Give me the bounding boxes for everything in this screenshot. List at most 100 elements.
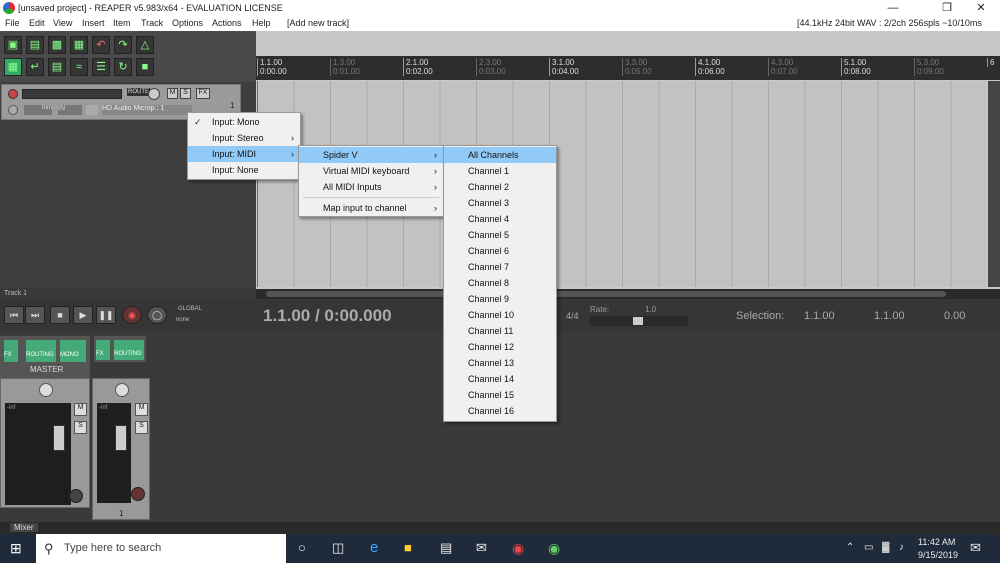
menu-channel-11[interactable]: Channel 11 [444, 323, 556, 339]
cortana-icon[interactable]: ○ [298, 540, 306, 555]
chrome-icon[interactable]: ◉ [512, 540, 524, 557]
menu-all-channels[interactable]: All Channels [444, 147, 556, 163]
open-project-icon[interactable]: ▤ [26, 36, 44, 54]
timeline-ruler[interactable]: 1.1.00 0:00.00 1.3.00 0:01.00 2.1.00 0:02.0… [256, 56, 1000, 80]
pause-button[interactable]: ❚❚ [96, 306, 116, 324]
horizontal-scrollbar[interactable] [256, 289, 1000, 299]
menu-edit[interactable]: Edit [29, 16, 45, 31]
menu-channel-2[interactable]: Channel 2 [444, 179, 556, 195]
envelope-icon[interactable]: ☰ [92, 58, 110, 76]
record-button[interactable]: ◉ [122, 306, 142, 324]
menu-channel-12[interactable]: Channel 12 [444, 339, 556, 355]
menu-virtual-midi-keyboard[interactable]: Virtual MIDI keyboard › [299, 163, 443, 179]
play-button[interactable]: ▶ [73, 306, 93, 324]
menu-channel-4[interactable]: Channel 4 [444, 211, 556, 227]
track-mute-button[interactable]: M [135, 403, 148, 416]
master-fader-icon[interactable] [53, 425, 65, 451]
grid-icon[interactable]: ▦ [4, 58, 22, 76]
master-fx-button[interactable]: FX [4, 340, 18, 362]
mono-button[interactable]: MONO [60, 340, 86, 362]
menu-channel-10[interactable]: Channel 10 [444, 307, 556, 323]
restore-button[interactable]: ❐ [932, 0, 962, 16]
mixer-tab[interactable]: Mixer [10, 523, 38, 532]
track-fx-button[interactable]: FX [96, 340, 110, 360]
input-select[interactable]: HD Audio Microp.: 1 [102, 105, 192, 115]
record-arm-icon[interactable] [8, 89, 18, 99]
menu-channel-1[interactable]: Channel 1 [444, 163, 556, 179]
menu-channel-3[interactable]: Channel 3 [444, 195, 556, 211]
menu-map-input-to-channel[interactable]: Map input to channel › [299, 200, 443, 216]
lock-icon[interactable]: ■ [136, 58, 154, 76]
menu-options[interactable]: Options [172, 16, 203, 31]
network-icon[interactable]: ▓ [882, 542, 889, 553]
menu-channel-9[interactable]: Channel 9 [444, 291, 556, 307]
selection-start[interactable]: 1.1.00 [804, 310, 835, 322]
menu-channel-16[interactable]: Channel 16 [444, 403, 556, 419]
new-project-icon[interactable]: ▣ [4, 36, 22, 54]
menu-track[interactable]: Track [141, 16, 163, 31]
menu-channel-6[interactable]: Channel 6 [444, 243, 556, 259]
edge-browser-icon[interactable]: e [370, 539, 378, 556]
selection-length[interactable]: 0.00 [944, 310, 965, 322]
menu-insert[interactable]: Insert [82, 16, 105, 31]
menu-input-stereo[interactable]: Input: Stereo › [188, 130, 300, 146]
trim-button[interactable]: trim [24, 105, 52, 115]
undo-icon[interactable]: ↶ [92, 36, 110, 54]
redo-icon[interactable]: ↷ [114, 36, 132, 54]
menu-help[interactable]: Help [252, 16, 271, 31]
mute-button[interactable]: M [167, 88, 178, 99]
menu-input-mono[interactable]: ✓ Input: Mono [188, 114, 300, 130]
menu-file[interactable]: File [5, 16, 20, 31]
battery-icon[interactable]: ▭ [864, 542, 873, 553]
file-explorer-icon[interactable]: ■ [404, 540, 412, 555]
pan-knob-icon[interactable] [148, 88, 160, 100]
track-pan-knob-icon[interactable] [115, 383, 129, 397]
menu-item[interactable]: Item [113, 16, 131, 31]
windows-start-icon[interactable]: ⊞ [10, 540, 22, 557]
notification-icon[interactable]: ✉ [970, 540, 981, 556]
track-name-field[interactable] [22, 89, 122, 99]
master-solo-button[interactable]: S [74, 421, 87, 434]
menu-spider-v[interactable]: Spider V › [299, 147, 443, 163]
menu-actions[interactable]: Actions [212, 16, 242, 31]
clock-date[interactable]: 9/15/2019 [918, 550, 958, 560]
stop-button[interactable]: ■ [50, 306, 70, 324]
solo-button[interactable]: S [180, 88, 191, 99]
master-pan-knob-icon[interactable] [39, 383, 53, 397]
menu-input-none[interactable]: Input: None [188, 162, 300, 178]
menu-view[interactable]: View [53, 16, 72, 31]
minimize-button[interactable]: — [878, 0, 908, 16]
taskbar-search-box[interactable]: ⚲ Type here to search [36, 534, 286, 563]
master-routing-button[interactable]: ROUTING [26, 340, 56, 362]
store-icon[interactable]: ▤ [440, 540, 452, 556]
tray-chevron-icon[interactable]: ⌃ [846, 542, 854, 553]
menu-channel-15[interactable]: Channel 15 [444, 387, 556, 403]
time-signature[interactable]: 4/4 [566, 311, 579, 321]
track-fader-icon[interactable] [115, 425, 127, 451]
track-routing-button[interactable]: ROUTING [114, 340, 144, 360]
rate-slider-thumb[interactable] [633, 317, 643, 325]
menu-channel-5[interactable]: Channel 5 [444, 227, 556, 243]
master-mute-button[interactable]: M [74, 403, 87, 416]
selection-end[interactable]: 1.1.00 [874, 310, 905, 322]
route-button[interactable]: ROUTE [127, 88, 150, 96]
volume-icon[interactable]: ♪ [899, 542, 904, 553]
monitor-icon[interactable] [8, 105, 18, 115]
item-grouping-icon[interactable]: ▤ [48, 58, 66, 76]
close-button[interactable]: ✕ [966, 0, 996, 16]
menu-all-midi-inputs[interactable]: All MIDI Inputs › [299, 179, 443, 195]
repeat-button[interactable]: ◯ [147, 306, 167, 324]
clock-time[interactable]: 11:42 AM [918, 537, 955, 547]
input-in-button[interactable]: IN [58, 105, 82, 115]
scroll-thumb[interactable] [266, 291, 946, 297]
go-start-button[interactable]: ⏮ [4, 306, 24, 324]
track-solo-button[interactable]: S [135, 421, 148, 434]
menu-channel-13[interactable]: Channel 13 [444, 355, 556, 371]
ripple-edit-icon[interactable]: ≈ [70, 58, 88, 76]
save-project-icon[interactable]: ▩ [48, 36, 66, 54]
menu-input-midi[interactable]: Input: MIDI › [188, 146, 300, 162]
loop-icon[interactable]: ↻ [114, 58, 132, 76]
gear-icon[interactable] [69, 489, 83, 503]
menu-channel-14[interactable]: Channel 14 [444, 371, 556, 387]
go-end-button[interactable]: ⏭ [25, 306, 45, 324]
